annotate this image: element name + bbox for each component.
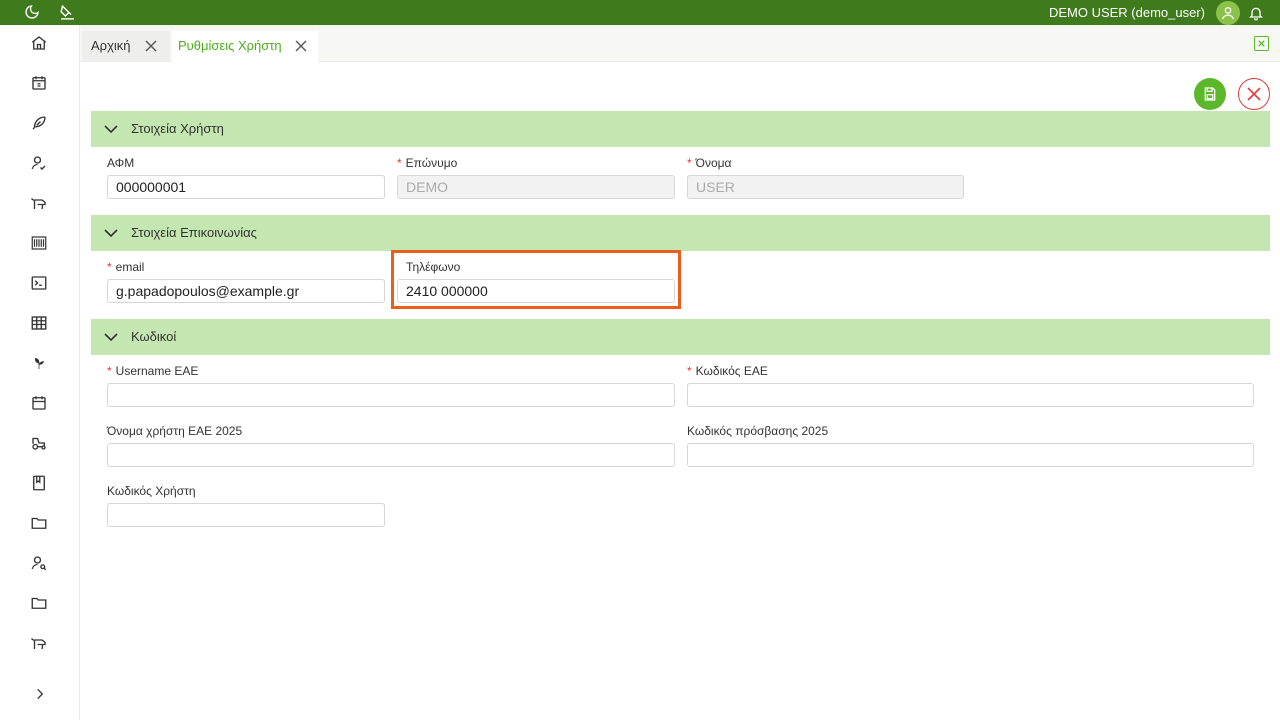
tab-home[interactable]: Αρχική [82, 31, 170, 62]
calendar-icon[interactable] [28, 392, 50, 414]
section-title: Στοιχεία Επικοινωνίας [131, 225, 257, 240]
chevron-down-icon[interactable] [103, 226, 119, 240]
section-user-details[interactable]: Στοιχεία Χρήστη [91, 111, 1270, 147]
close-all-tabs-icon[interactable] [1254, 36, 1269, 51]
email-label: * email [107, 260, 145, 274]
code-eae-input[interactable] [687, 383, 1254, 407]
user-check-icon[interactable] [28, 152, 50, 174]
afm-label: ΑΦΜ [107, 156, 135, 170]
chevron-down-icon[interactable] [103, 122, 119, 136]
tab-bar: Αρχική Ρυθμίσεις Χρήστη [80, 25, 1280, 62]
folder-icon[interactable] [28, 592, 50, 614]
username-2025-input[interactable] [107, 443, 675, 467]
bell-icon[interactable] [1246, 3, 1266, 23]
focus-highlight [391, 250, 681, 309]
terminal-icon[interactable] [28, 272, 50, 294]
name-input [687, 175, 964, 199]
moon-icon[interactable] [22, 2, 42, 22]
close-icon[interactable] [293, 38, 309, 54]
avatar-icon[interactable] [1216, 1, 1240, 25]
code-eae-label: * Κωδικός ΕΑΕ [687, 364, 768, 378]
section-title: Στοιχεία Χρήστη [131, 121, 224, 136]
paint-bucket-icon[interactable] [57, 2, 77, 22]
tab-label: Ρυθμίσεις Χρήστη [178, 38, 282, 53]
cow-icon[interactable] [28, 192, 50, 214]
surname-label: * Επώνυμο [397, 156, 458, 170]
name-label: * Όνομα [687, 156, 732, 170]
sidebar [0, 25, 80, 720]
surname-input [397, 175, 675, 199]
section-title: Κωδικοί [131, 329, 177, 344]
user-code-input[interactable] [107, 503, 385, 527]
chevron-right-icon[interactable] [30, 683, 50, 705]
plant-icon[interactable] [28, 352, 50, 374]
calendar-euro-icon[interactable] [28, 72, 50, 94]
password-2025-label: Κωδικός πρόσβασης 2025 [687, 424, 829, 438]
barcode-icon[interactable] [28, 232, 50, 254]
afm-input[interactable] [107, 175, 385, 199]
email-field[interactable] [107, 279, 385, 303]
close-button[interactable] [1238, 78, 1270, 110]
user-code-label: Κωδικός Χρήστη [107, 484, 196, 498]
cow-icon[interactable] [28, 632, 50, 654]
close-icon[interactable] [143, 38, 159, 54]
username-eae-label: * Username ΕΑΕ [107, 364, 199, 378]
top-bar: DEMO USER (demo_user) [0, 0, 1280, 25]
user-search-icon[interactable] [28, 552, 50, 574]
table-icon[interactable] [28, 312, 50, 334]
book-icon[interactable] [28, 472, 50, 494]
chevron-down-icon[interactable] [103, 330, 119, 344]
tab-user-settings[interactable]: Ρυθμίσεις Χρήστη [172, 31, 318, 62]
feather-icon[interactable] [28, 112, 50, 134]
username-eae-input[interactable] [107, 383, 675, 407]
username-2025-label: Όνομα χρήστη ΕΑΕ 2025 [107, 424, 243, 438]
home-icon[interactable] [28, 32, 50, 54]
folder-icon[interactable] [28, 512, 50, 534]
save-button[interactable] [1194, 78, 1226, 110]
tab-label: Αρχική [91, 38, 131, 53]
section-codes[interactable]: Κωδικοί [91, 319, 1270, 355]
tractor-icon[interactable] [28, 432, 50, 454]
password-2025-input[interactable] [687, 443, 1254, 467]
user-name[interactable]: DEMO USER (demo_user) [1049, 5, 1205, 20]
section-contact-details[interactable]: Στοιχεία Επικοινωνίας [91, 215, 1270, 251]
